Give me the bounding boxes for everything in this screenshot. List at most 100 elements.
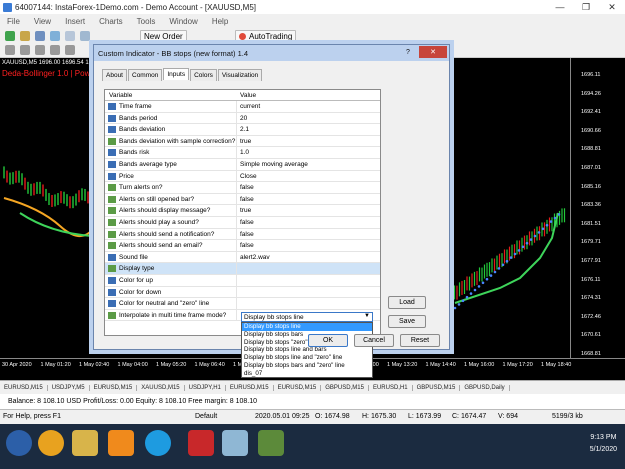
input-value[interactable]: Simple moving average: [240, 161, 308, 168]
input-value[interactable]: false: [240, 184, 254, 191]
start-button-icon[interactable]: [6, 430, 32, 456]
dialog-help-button[interactable]: ?: [398, 46, 418, 58]
crosshair-icon[interactable]: [20, 45, 30, 55]
input-row[interactable]: Bands period 20: [105, 112, 380, 125]
custom-indicator-dialog: Custom Indicator - BB stops (new format)…: [93, 44, 450, 378]
close-button[interactable]: ✕: [599, 0, 625, 14]
skype-icon[interactable]: [145, 430, 171, 456]
input-value[interactable]: true: [240, 138, 251, 145]
input-row[interactable]: Color for neutral and "zero" line: [105, 298, 380, 310]
input-row[interactable]: Bands risk 1.0: [105, 147, 380, 159]
input-value[interactable]: false: [240, 219, 254, 226]
tab-common[interactable]: Common: [128, 69, 163, 81]
chart-tab[interactable]: EURUSD,M15: [90, 384, 138, 391]
input-row[interactable]: Color for up: [105, 275, 380, 287]
data-window-icon[interactable]: [50, 31, 60, 41]
input-row[interactable]: Color for down: [105, 286, 380, 299]
file-explorer-icon[interactable]: [72, 430, 98, 456]
settings-icon[interactable]: [188, 430, 214, 456]
dropdown-option[interactable]: Display bb stops line: [242, 323, 372, 331]
chart-tab[interactable]: USDJPY,M5: [48, 384, 90, 391]
input-value[interactable]: true: [240, 207, 251, 214]
save-button[interactable]: Save: [388, 315, 426, 328]
input-row[interactable]: Alerts should display message? true: [105, 205, 380, 217]
input-row[interactable]: Alerts should send an email? false: [105, 240, 380, 252]
chart-tab[interactable]: EURUSD,H1: [369, 384, 413, 391]
stop-dot: [453, 306, 457, 310]
taskbar-clock[interactable]: 9:13 PM 5/1/2020: [590, 432, 617, 456]
maximize-button[interactable]: ❐: [573, 0, 599, 14]
chrome-icon[interactable]: [38, 430, 64, 456]
menu-charts[interactable]: Charts: [92, 17, 130, 26]
metatrader-icon[interactable]: [258, 430, 284, 456]
cursor-icon[interactable]: [5, 45, 15, 55]
input-row[interactable]: Turn alerts on? false: [105, 182, 380, 194]
new-chart-icon[interactable]: [5, 31, 15, 41]
autotrading-button[interactable]: AutoTrading: [235, 30, 297, 43]
chart-tab[interactable]: GBPUSD,M15: [321, 384, 369, 391]
input-row[interactable]: Bands deviation with sample correction? t…: [105, 135, 380, 148]
tab-colors[interactable]: Colors: [190, 69, 217, 81]
dropdown-option[interactable]: Display bb stops bars: [242, 331, 372, 339]
tab-visualization[interactable]: Visualization: [217, 69, 263, 81]
app-icon-notepad[interactable]: [222, 430, 248, 456]
horizontal-line-icon[interactable]: [50, 45, 60, 55]
input-row[interactable]: Display type: [105, 263, 380, 275]
new-order-button[interactable]: New Order: [140, 30, 187, 43]
chart-tab[interactable]: EURUSD,M15: [0, 384, 48, 391]
tab-inputs[interactable]: Inputs: [163, 68, 190, 80]
chart-tab[interactable]: EURUSD,M15: [274, 384, 322, 391]
dropdown-option[interactable]: Display bb stops bars and "zero" line: [242, 362, 372, 370]
input-value[interactable]: 2.1: [240, 126, 249, 133]
input-value[interactable]: Close: [240, 173, 257, 180]
menu-insert[interactable]: Insert: [58, 17, 92, 26]
input-value[interactable]: false: [240, 242, 254, 249]
input-row[interactable]: Time frame current: [105, 101, 380, 113]
chart-tab[interactable]: GBPUSD,M15: [413, 384, 461, 391]
input-value[interactable]: 20: [240, 115, 247, 122]
input-row[interactable]: Sound file alert2.wav: [105, 251, 380, 264]
dropdown-option[interactable]: dis_07: [242, 370, 372, 378]
input-value[interactable]: false: [240, 196, 254, 203]
navigator-icon[interactable]: [65, 31, 75, 41]
input-value[interactable]: alert2.wav: [240, 254, 270, 261]
input-type-icon: [108, 253, 116, 261]
chart-tab[interactable]: USDJPY,H1: [185, 384, 226, 391]
reset-button[interactable]: Reset: [400, 334, 440, 347]
menu-file[interactable]: File: [0, 17, 27, 26]
minimize-button[interactable]: —: [547, 0, 573, 14]
vertical-line-icon[interactable]: [35, 45, 45, 55]
dialog-close-button[interactable]: ✕: [419, 46, 447, 58]
input-row[interactable]: Alerts on still opened bar? false: [105, 193, 380, 206]
chart-tab[interactable]: EURUSD,M15: [226, 384, 274, 391]
market-watch-icon[interactable]: [35, 31, 45, 41]
chart-tab[interactable]: GBPUSD,Daily: [460, 384, 510, 391]
trendline-icon[interactable]: [65, 45, 75, 55]
input-row[interactable]: Bands average type Simple moving average: [105, 159, 380, 171]
input-value[interactable]: 1.0: [240, 149, 249, 156]
dropdown-option[interactable]: Display bb stops "zero" line: [242, 339, 372, 347]
menu-help[interactable]: Help: [205, 17, 235, 26]
chart-tab[interactable]: XAUUSD,M15: [137, 384, 185, 391]
dropdown-option[interactable]: Display bb stops line and bars: [242, 346, 372, 354]
vlc-icon[interactable]: [108, 430, 134, 456]
input-value[interactable]: false: [240, 231, 254, 238]
cancel-button[interactable]: Cancel: [354, 334, 394, 347]
price-tick-label: 1687.01: [581, 165, 601, 171]
ok-button[interactable]: OK: [308, 334, 348, 347]
chevron-down-icon[interactable]: ▼: [364, 313, 370, 319]
input-row[interactable]: Alerts should send a notification? false: [105, 228, 380, 241]
profiles-icon[interactable]: [20, 31, 30, 41]
input-row[interactable]: Price Close: [105, 170, 380, 183]
display-type-dropdown[interactable]: Display bb stops line ▼: [241, 312, 373, 322]
tab-about[interactable]: About: [102, 69, 127, 81]
menu-tools[interactable]: Tools: [130, 17, 163, 26]
terminal-icon[interactable]: [80, 31, 90, 41]
load-button[interactable]: Load: [388, 296, 426, 309]
menu-view[interactable]: View: [27, 17, 58, 26]
input-value[interactable]: current: [240, 103, 260, 110]
dropdown-option[interactable]: Display bb stops line and "zero" line: [242, 354, 372, 362]
input-row[interactable]: Bands deviation 2.1: [105, 124, 380, 136]
menu-window[interactable]: Window: [162, 17, 204, 26]
input-row[interactable]: Alerts should play a sound? false: [105, 217, 380, 229]
